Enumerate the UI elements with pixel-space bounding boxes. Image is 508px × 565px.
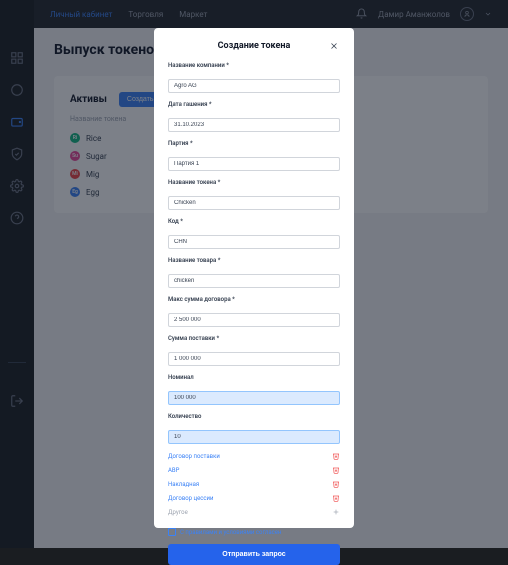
modal: Создание токена Название компании * Дата … xyxy=(154,28,354,528)
field-label: Название токена * xyxy=(168,179,340,186)
field-group: Название товара * xyxy=(168,257,340,288)
field-input[interactable] xyxy=(168,157,340,171)
file-link-label: Накладная xyxy=(168,481,199,488)
field-label: Макс сумма договора * xyxy=(168,296,340,303)
field-label: Партия * xyxy=(168,140,340,147)
file-link-row[interactable]: Договор поставки xyxy=(168,452,340,460)
field-group: Название компании * xyxy=(168,62,340,93)
field-group: Макс сумма договора * xyxy=(168,296,340,327)
plus-icon[interactable] xyxy=(332,508,340,516)
field-input[interactable] xyxy=(168,118,340,132)
field-label: Количество xyxy=(168,413,340,420)
file-link-row[interactable]: Другое xyxy=(168,508,340,516)
field-input[interactable] xyxy=(168,352,340,366)
file-link-row[interactable]: АВР xyxy=(168,466,340,474)
field-input[interactable] xyxy=(168,274,340,288)
modal-overlay: Создание токена Название компании * Дата … xyxy=(0,0,508,548)
modal-title: Создание токена xyxy=(180,41,328,51)
file-link-label: АВР xyxy=(168,467,179,474)
consent-label: С правилами и условиями согласен xyxy=(180,529,281,536)
file-link-row[interactable]: Договор цессии xyxy=(168,494,340,502)
field-label: Название компании * xyxy=(168,62,340,69)
file-link-label: Договор поставки xyxy=(168,453,220,460)
field-group: Код * xyxy=(168,218,340,249)
file-link-label: Другое xyxy=(168,509,188,516)
field-input[interactable] xyxy=(168,79,340,93)
field-label: Сумма поставки * xyxy=(168,335,340,342)
field-group: Дата гашения * xyxy=(168,101,340,132)
field-label: Дата гашения * xyxy=(168,101,340,108)
close-icon[interactable] xyxy=(328,40,340,52)
field-input[interactable] xyxy=(168,430,340,444)
consent-row[interactable]: С правилами и условиями согласен xyxy=(168,528,340,536)
trash-icon[interactable] xyxy=(332,452,340,460)
field-label: Код * xyxy=(168,218,340,225)
file-link-row[interactable]: Накладная xyxy=(168,480,340,488)
field-input[interactable] xyxy=(168,391,340,405)
field-input[interactable] xyxy=(168,196,340,210)
file-link-label: Договор цессии xyxy=(168,495,213,502)
trash-icon[interactable] xyxy=(332,466,340,474)
modal-fields: Название компании * Дата гашения * Партия … xyxy=(168,62,340,452)
field-group: Партия * xyxy=(168,140,340,171)
consent-checkbox[interactable] xyxy=(168,528,176,536)
trash-icon[interactable] xyxy=(332,494,340,502)
field-group: Сумма поставки * xyxy=(168,335,340,366)
field-group: Номинал xyxy=(168,374,340,405)
field-input[interactable] xyxy=(168,235,340,249)
field-label: Номинал xyxy=(168,374,340,381)
submit-button[interactable]: Отправить запрос xyxy=(168,544,340,565)
field-group: Количество xyxy=(168,413,340,444)
field-label: Название товара * xyxy=(168,257,340,264)
trash-icon[interactable] xyxy=(332,480,340,488)
field-group: Название токена * xyxy=(168,179,340,210)
field-input[interactable] xyxy=(168,313,340,327)
modal-files: Договор поставки АВР Накладная Договор цесс… xyxy=(168,452,340,522)
